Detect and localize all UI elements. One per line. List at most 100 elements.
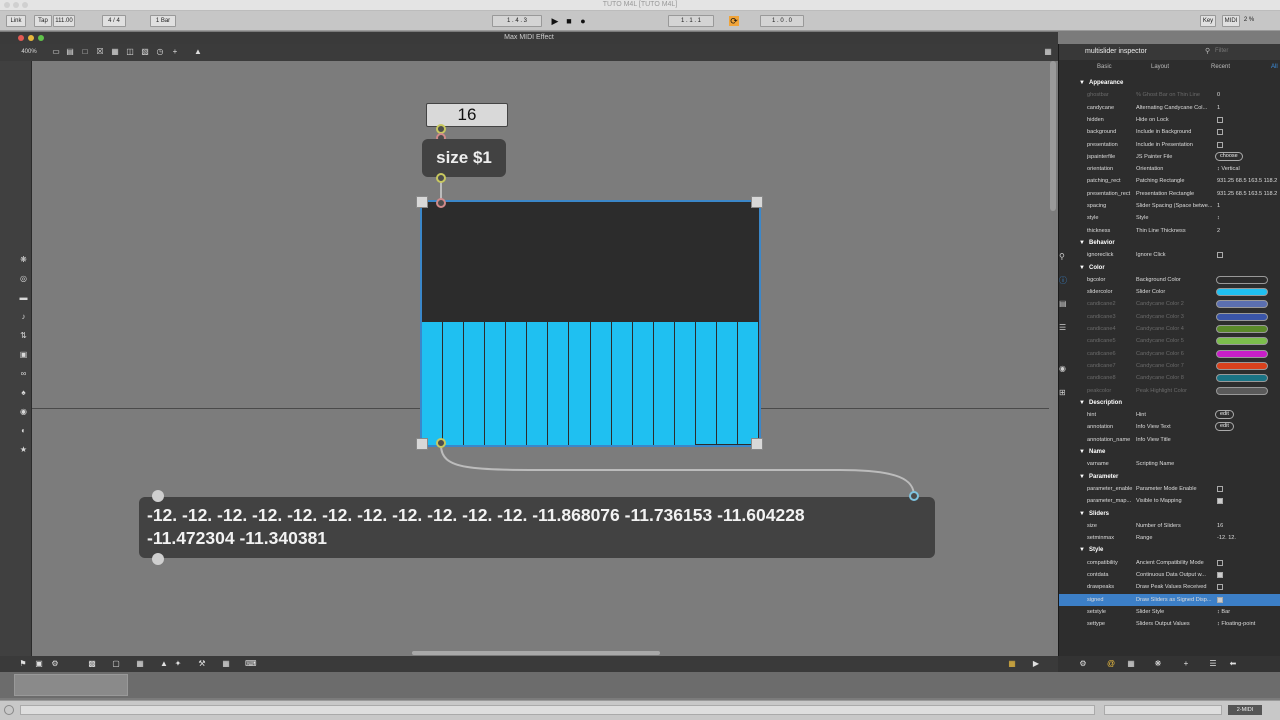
section-name[interactable]: ▼ Name (1059, 446, 1280, 458)
play-small-icon[interactable]: ▶ (1031, 659, 1041, 669)
property-row[interactable]: candicane4 Candycane Color 4 (1059, 323, 1280, 335)
resize-handle-tr[interactable] (751, 196, 763, 208)
device-tab[interactable] (14, 674, 128, 696)
property-row[interactable]: hidden Hide on Lock (1059, 114, 1280, 126)
property-row[interactable]: annotation_name Info View Title (1059, 434, 1280, 446)
tab-layout[interactable]: Layout (1151, 64, 1169, 70)
disclosure-triangle-icon[interactable]: ▼ (1079, 508, 1085, 520)
slider-bar[interactable] (485, 322, 507, 445)
mixer-icon[interactable]: ⊞ (1059, 388, 1066, 397)
property-row[interactable]: annotation Info View Text edit (1059, 421, 1280, 433)
filter-input[interactable]: Filter (1215, 48, 1228, 54)
property-value[interactable]: ↕ Vertical (1217, 163, 1280, 175)
slider-bar[interactable] (569, 322, 591, 445)
property-row[interactable]: orientation Orientation ↕ Vertical (1059, 163, 1280, 175)
property-row[interactable]: thickness Thin Line Thickness 2 (1059, 225, 1280, 237)
slider-bar[interactable] (737, 322, 759, 444)
property-row[interactable]: candicane6 Candycane Color 6 (1059, 348, 1280, 360)
property-value[interactable]: 1 (1217, 102, 1280, 114)
property-value[interactable]: ↕ Floating-point (1217, 618, 1280, 630)
menu-icon[interactable]: ☰ (1208, 659, 1218, 669)
property-row[interactable]: varname Scripting Name (1059, 458, 1280, 470)
back-arrow-icon[interactable]: ⬅ (1228, 659, 1238, 669)
disclosure-triangle-icon[interactable]: ▼ (1079, 237, 1085, 249)
color-swatch[interactable] (1216, 361, 1268, 370)
disclosure-triangle-icon[interactable]: ▼ (1079, 397, 1085, 409)
property-row[interactable]: drawpeaks Draw Peak Values Received (1059, 581, 1280, 593)
property-checkbox[interactable] (1217, 572, 1223, 578)
property-row[interactable]: candicane2 Candycane Color 2 (1059, 298, 1280, 310)
edit-button[interactable]: edit (1215, 422, 1234, 432)
property-row[interactable]: size Number of Sliders 16 (1059, 520, 1280, 532)
disclosure-triangle-icon[interactable]: ▼ (1079, 446, 1085, 458)
property-checkbox[interactable] (1217, 116, 1223, 123)
property-checkbox[interactable] (1217, 584, 1223, 591)
meter-icon[interactable]: ▦ (1007, 659, 1017, 669)
search-side-icon[interactable]: ⚲ (1059, 252, 1065, 261)
property-row[interactable]: parameter_map... Visible to Mapping (1059, 495, 1280, 507)
slider-bar[interactable] (422, 322, 444, 445)
resize-handle-bl[interactable] (416, 438, 428, 450)
property-checkbox[interactable] (1217, 252, 1223, 259)
property-row[interactable]: presentation_rect Presentation Rectangle 9… (1059, 188, 1280, 200)
property-row[interactable]: peakcolor Peak Highlight Color (1059, 385, 1280, 397)
property-checkbox[interactable] (1217, 596, 1223, 603)
magic-icon[interactable]: ✦ (173, 659, 183, 669)
slider-bar[interactable] (464, 322, 486, 445)
cord-multislider-to-message[interactable] (440, 444, 915, 497)
property-row[interactable]: jspainterfile JS Painter File choose (1059, 151, 1280, 163)
presentation-mode-icon[interactable]: ▣ (34, 659, 44, 669)
property-checkbox[interactable] (1217, 485, 1223, 492)
property-row[interactable]: signed Draw Sliders as Signed Disp... (1059, 593, 1280, 606)
slider-bar[interactable] (653, 322, 675, 445)
disclosure-triangle-icon[interactable]: ▼ (1079, 544, 1085, 556)
snapshot-icon[interactable]: ◉ (1059, 364, 1066, 373)
edit-button[interactable]: edit (1215, 410, 1234, 420)
tab-recent[interactable]: Recent (1211, 64, 1230, 70)
slider-bar[interactable] (695, 322, 717, 445)
tab-all[interactable]: All (1271, 64, 1278, 70)
section-parameter[interactable]: ▼ Parameter (1059, 471, 1280, 483)
color-swatch[interactable] (1216, 312, 1268, 321)
property-checkbox[interactable] (1217, 129, 1223, 136)
info-icon[interactable]: ⓘ (1059, 275, 1067, 286)
slider-bar[interactable] (674, 322, 696, 445)
slider-bar[interactable] (548, 322, 570, 445)
property-row[interactable]: candicane8 Candycane Color 8 (1059, 372, 1280, 384)
message-box-size[interactable]: size $1 (422, 139, 506, 177)
color-swatch[interactable] (1216, 275, 1268, 284)
multislider-inlet[interactable] (436, 198, 446, 208)
multislider-outlet[interactable] (436, 438, 446, 448)
property-value[interactable]: ↕ Bar (1217, 606, 1280, 618)
property-checkbox[interactable] (1217, 498, 1223, 505)
property-row[interactable]: ignoreclick Ignore Click (1059, 249, 1280, 261)
hierarchy-icon[interactable]: ▲ (159, 659, 169, 669)
property-row[interactable]: ghostbar % Ghost Bar on Thin Line 0 (1059, 89, 1280, 101)
property-value[interactable]: 2 (1217, 225, 1280, 237)
property-row[interactable]: candicane5 Candycane Color 5 (1059, 335, 1280, 347)
property-value[interactable]: 1 (1217, 200, 1280, 212)
status-circle-icon[interactable] (4, 705, 14, 715)
color-swatch[interactable] (1216, 386, 1268, 395)
color-swatch[interactable] (1216, 300, 1268, 309)
property-row[interactable]: background Include in Background (1059, 126, 1280, 138)
slider-bar[interactable] (590, 322, 612, 445)
disclosure-triangle-icon[interactable]: ▼ (1079, 77, 1085, 89)
plus-icon[interactable]: + (1181, 659, 1191, 669)
choose-button[interactable]: choose (1215, 151, 1243, 161)
settings-gear-icon[interactable]: ⚙ (1078, 659, 1088, 669)
property-row[interactable]: patching_rect Patching Rectangle 931.25 68… (1059, 175, 1280, 187)
disclosure-triangle-icon[interactable]: ▼ (1079, 471, 1085, 483)
gear-icon[interactable]: ⚙ (50, 659, 60, 669)
keyboard-icon[interactable]: ⌨ (245, 659, 257, 669)
network-icon[interactable]: ❋ (1153, 659, 1163, 669)
property-row[interactable]: style Style ↕ (1059, 212, 1280, 224)
message-grip-top[interactable] (152, 490, 164, 502)
property-row[interactable]: setstyle Slider Style ↕ Bar (1059, 606, 1280, 618)
property-row[interactable]: candicane7 Candycane Color 7 (1059, 360, 1280, 372)
section-appearance[interactable]: ▼ Appearance (1059, 77, 1280, 89)
slider-bar[interactable] (443, 322, 465, 445)
color-swatch[interactable] (1216, 325, 1268, 333)
property-checkbox[interactable] (1217, 559, 1223, 566)
horizontal-scrollbar[interactable] (412, 651, 660, 655)
